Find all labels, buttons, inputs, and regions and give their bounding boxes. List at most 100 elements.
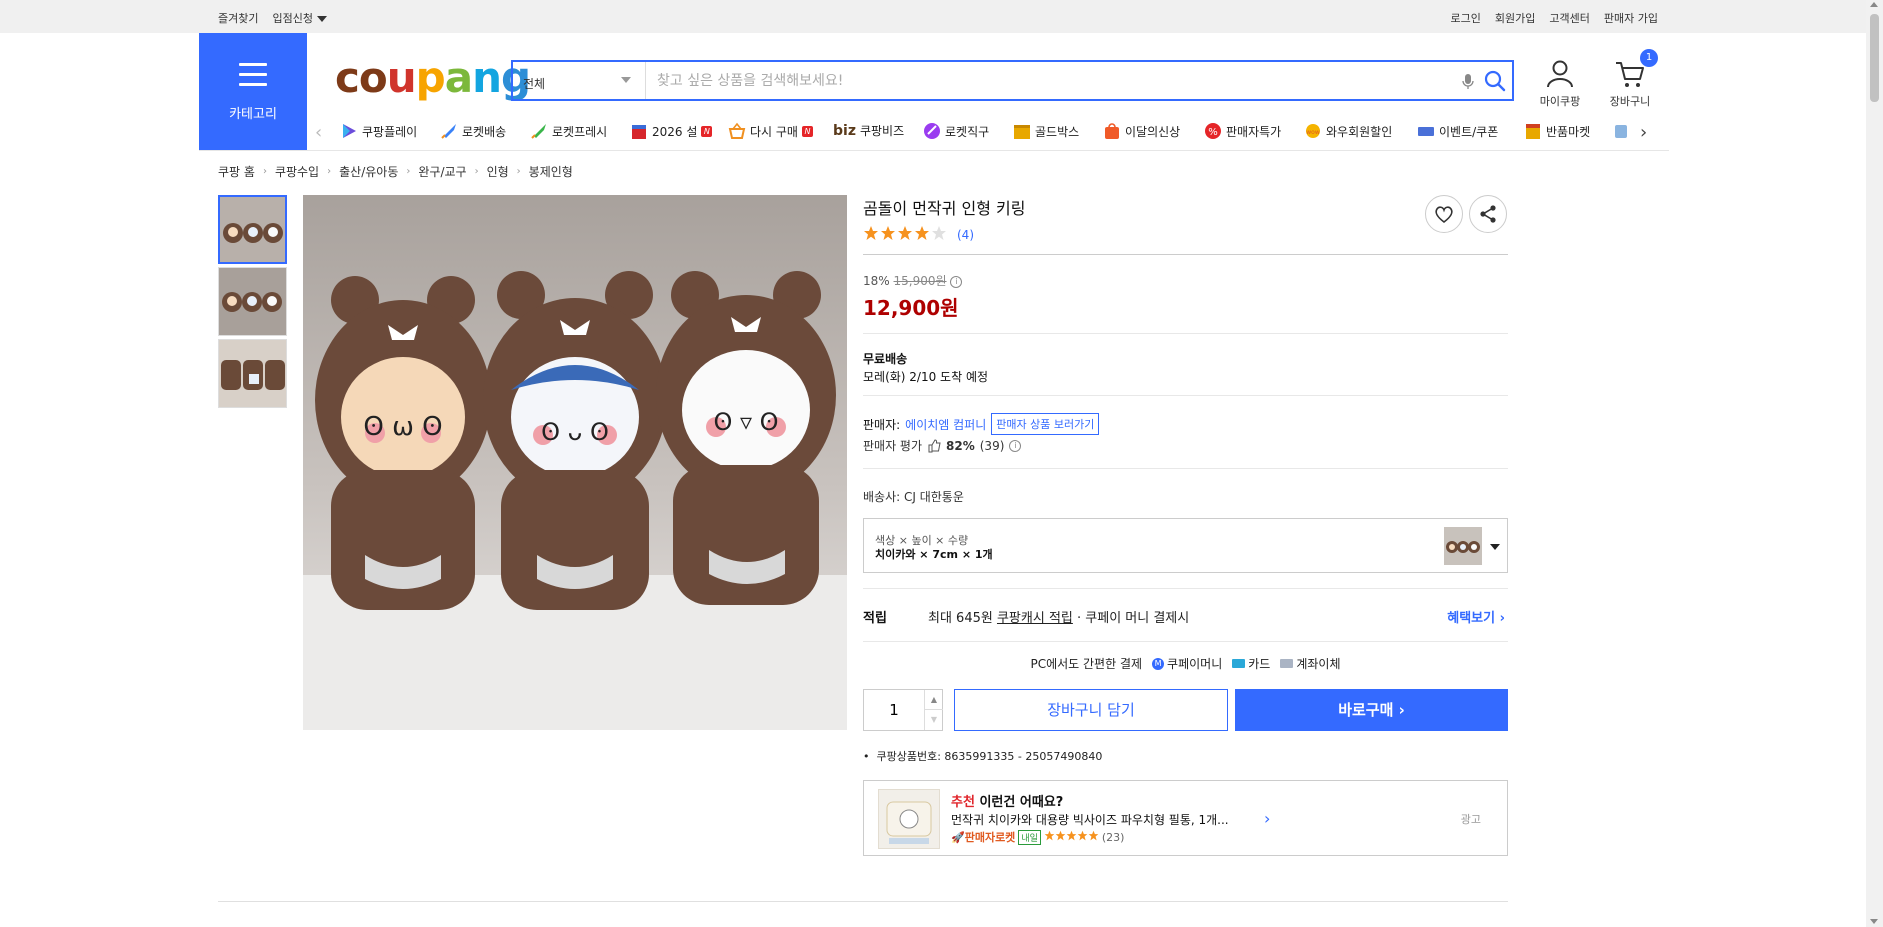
- market-icon: [1526, 124, 1540, 139]
- scroll-up-icon[interactable]: [1870, 2, 1878, 7]
- nav-item-event-coupon[interactable]: 이벤트/쿠폰: [1417, 122, 1498, 140]
- wishlist-button[interactable]: [1425, 195, 1463, 233]
- login-link[interactable]: 로그인: [1451, 10, 1481, 26]
- pc-payment-row: PC에서도 간편한 결제 M 쿠페이머니 카드 계좌이체: [1030, 657, 1341, 671]
- info-icon[interactable]: i: [950, 275, 963, 288]
- heart-icon: [1435, 206, 1453, 224]
- product-main-image[interactable]: ʘ ω ʘ ʘ ᴗ ʘ ʘ ▿ ʘ: [303, 195, 847, 730]
- quantity-down-icon[interactable]: ▼: [924, 710, 943, 730]
- user-icon: [1547, 60, 1573, 88]
- buy-now-button[interactable]: 바로구매 ›: [1235, 689, 1508, 731]
- seller-products-button[interactable]: 판매자 상품 보러가기: [991, 413, 1100, 435]
- hamburger-icon: [239, 63, 267, 87]
- nav-next-arrow-icon[interactable]: ›: [1640, 122, 1647, 144]
- add-to-cart-button[interactable]: 장바구니 담기: [954, 689, 1228, 731]
- nav-item-coupang-biz[interactable]: biz 쿠팡비즈: [833, 122, 904, 139]
- nav-item-rebuy[interactable]: 다시 구매 N: [728, 122, 813, 140]
- nav-item-rocket-global[interactable]: 로켓직구: [923, 122, 989, 140]
- recommendation-title: 추천 이런건 어때요?: [951, 795, 1064, 810]
- vertical-scrollbar[interactable]: [1866, 0, 1883, 927]
- review-count[interactable]: (4): [957, 228, 974, 242]
- product-thumbnail-1[interactable]: [218, 195, 287, 264]
- rocket-icon: [441, 124, 456, 139]
- nav-item-new-year[interactable]: 2026 설N: [630, 122, 713, 140]
- scroll-thumb[interactable]: [1870, 14, 1879, 102]
- benefits-button[interactable]: 혜택보기 ›: [1447, 607, 1505, 626]
- nav-item-rocket-fresh[interactable]: 로켓프레시: [530, 122, 607, 140]
- thumbs-up-icon: [928, 438, 941, 452]
- quantity-input[interactable]: [864, 690, 924, 730]
- product-thumbnail-3[interactable]: [218, 339, 287, 408]
- breadcrumb-item[interactable]: 쿠팡 홈: [218, 163, 255, 180]
- more-icon: [1615, 125, 1627, 138]
- sale-price: 12,900원: [863, 296, 959, 320]
- coupang-logo[interactable]: coupang: [335, 52, 531, 104]
- global-icon: [924, 123, 940, 139]
- nav-item-goldbox[interactable]: 골드박스: [1013, 122, 1079, 140]
- divider: [863, 395, 1508, 396]
- cart-count-badge: 1: [1640, 49, 1658, 67]
- nav-item-seller-deal[interactable]: % 판매자특가: [1204, 122, 1281, 140]
- chevron-right-icon[interactable]: ›: [1264, 809, 1270, 828]
- info-icon[interactable]: i: [1009, 439, 1022, 452]
- product-id: • 쿠팡상품번호: 8635991335 - 25057490840: [863, 750, 1103, 763]
- breadcrumb-item[interactable]: 완구/교구: [418, 163, 466, 180]
- recommendation-card[interactable]: 추천 이런건 어때요? 먼작귀 치이카와 대용량 빅사이즈 파우치형 필통, 1…: [863, 780, 1508, 856]
- recommendation-review-count: (23): [1101, 830, 1125, 844]
- breadcrumb-item[interactable]: 봉제인형: [529, 163, 573, 180]
- chevron-down-icon: [1490, 544, 1500, 550]
- quantity-up-icon[interactable]: ▲: [924, 690, 943, 710]
- favorites-link[interactable]: 즐겨찾기: [218, 10, 258, 26]
- svg-text:wow: wow: [1306, 129, 1320, 136]
- my-coupang-button[interactable]: 마이쿠팡: [1530, 58, 1590, 109]
- wow-icon: wow: [1306, 124, 1320, 138]
- seller-rating-percent: 82%: [946, 438, 975, 453]
- coupang-cash-link[interactable]: 쿠팡캐시 적립: [997, 611, 1073, 626]
- header-divider: [199, 150, 1669, 151]
- seller-rating-label: 판매자 평가: [863, 439, 923, 453]
- chevron-right-icon: ›: [474, 166, 479, 177]
- partner-apply-link[interactable]: 입점신청: [272, 10, 327, 26]
- option-select[interactable]: 색상 × 높이 × 수량 치이카와 × 7cm × 1개: [863, 518, 1508, 573]
- seller-label: 판매자:: [863, 417, 901, 432]
- breadcrumb-item[interactable]: 쿠팡수입: [275, 163, 319, 180]
- search-input[interactable]: [647, 62, 1427, 99]
- seller-name-link[interactable]: 에이치엠 컴퍼니: [905, 416, 986, 433]
- search-category-select[interactable]: 전체: [513, 62, 646, 99]
- seller-signup-link[interactable]: 판매자 가입: [1604, 10, 1658, 26]
- original-price: 15,900원: [893, 274, 947, 288]
- caret-down-icon: [316, 16, 327, 22]
- nav-item-coupang-play[interactable]: 쿠팡플레이: [340, 122, 417, 140]
- cart-button[interactable]: 1 장바구니: [1600, 49, 1660, 109]
- nav-prev-arrow-icon[interactable]: ‹: [315, 122, 322, 144]
- recommendation-meta: 🚀판매자로켓 내일 (23): [951, 829, 1124, 845]
- points-text: 최대 645원 쿠팡캐시 적립 · 쿠페이 머니 결제시: [928, 611, 1190, 626]
- nav-item-wow-discount[interactable]: wow 와우회원할인: [1304, 122, 1392, 140]
- nav-item-return-market[interactable]: 반품마켓: [1524, 122, 1590, 140]
- nav-item-partial[interactable]: [1612, 122, 1630, 140]
- my-coupang-label: 마이쿠팡: [1539, 95, 1581, 108]
- seller-rocket-badge: 🚀판매자로켓: [951, 831, 1016, 844]
- signup-link[interactable]: 회원가입: [1495, 10, 1535, 26]
- nav-item-rocket-delivery[interactable]: 로켓배송: [440, 122, 506, 140]
- seller-rating-row: 판매자 평가 82% (39) i: [863, 437, 1022, 454]
- product-thumbnail-2[interactable]: [218, 267, 287, 336]
- play-icon: [343, 124, 356, 138]
- search-icon[interactable]: [1483, 69, 1507, 93]
- new-badge: N: [801, 125, 813, 137]
- partner-apply-label: 입점신청: [272, 12, 313, 25]
- coupay-money-icon: M: [1152, 657, 1165, 670]
- breadcrumb-item[interactable]: 출산/유아동: [339, 163, 398, 180]
- customer-center-link[interactable]: 고객센터: [1549, 10, 1589, 26]
- free-shipping-label: 무료배송: [863, 352, 908, 366]
- share-button[interactable]: [1469, 195, 1507, 233]
- category-menu-button[interactable]: 카테고리: [199, 33, 307, 150]
- nav-item-monthly-new[interactable]: 이달의신상: [1103, 122, 1180, 140]
- breadcrumb-item[interactable]: 인형: [487, 163, 509, 180]
- scroll-down-icon[interactable]: [1870, 919, 1878, 924]
- product-rating[interactable]: (4): [863, 225, 974, 245]
- category-label: 카테고리: [229, 107, 277, 122]
- microphone-icon[interactable]: [1459, 72, 1477, 90]
- option-value: 치이카와 × 7cm × 1개: [875, 548, 993, 561]
- discount-row: 18% 15,900원 i: [863, 272, 963, 289]
